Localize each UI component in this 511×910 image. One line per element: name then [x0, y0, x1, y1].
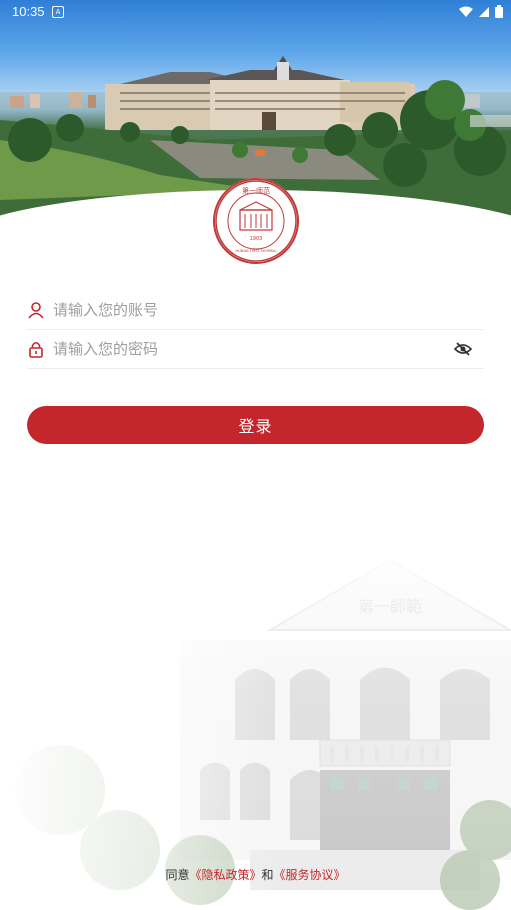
service-agreement-link[interactable]: 《服务协议》 [274, 868, 346, 882]
system-icons [459, 5, 503, 18]
battery-icon [495, 5, 503, 18]
wifi-icon [459, 6, 473, 17]
account-field[interactable] [27, 291, 484, 330]
university-seal-icon: 第一师范 1903 HUNAN FIRST NORMAL [215, 180, 297, 262]
status-time: 10:35 [12, 4, 45, 19]
status-bar: 10:35 A [0, 0, 511, 24]
signal-icon [479, 6, 489, 17]
lock-icon [27, 340, 45, 358]
agreement-prefix: 同意 [165, 868, 190, 882]
svg-text:第一师范: 第一师范 [242, 186, 270, 195]
notification-icon: A [52, 6, 64, 18]
login-screen: 10:35 A 第一师范 1903 HUNAN FIRST NORMAL 请输入… [0, 0, 511, 910]
password-field[interactable] [27, 330, 484, 369]
agreement-and: 和 [261, 868, 274, 882]
agreement-text: 同意《隐私政策》和《服务协议》 [0, 866, 511, 883]
login-button[interactable]: 登录 [27, 406, 484, 444]
account-input[interactable] [53, 301, 484, 319]
eye-off-icon[interactable] [452, 338, 474, 360]
privacy-policy-link[interactable]: 《隐私政策》 [189, 868, 261, 882]
svg-text:HUNAN FIRST NORMAL: HUNAN FIRST NORMAL [235, 249, 276, 253]
password-input[interactable] [53, 340, 452, 358]
university-logo: 第一师范 1903 HUNAN FIRST NORMAL [213, 178, 299, 264]
svg-text:1903: 1903 [250, 236, 263, 242]
background-fade [0, 540, 511, 910]
user-icon [27, 301, 45, 319]
